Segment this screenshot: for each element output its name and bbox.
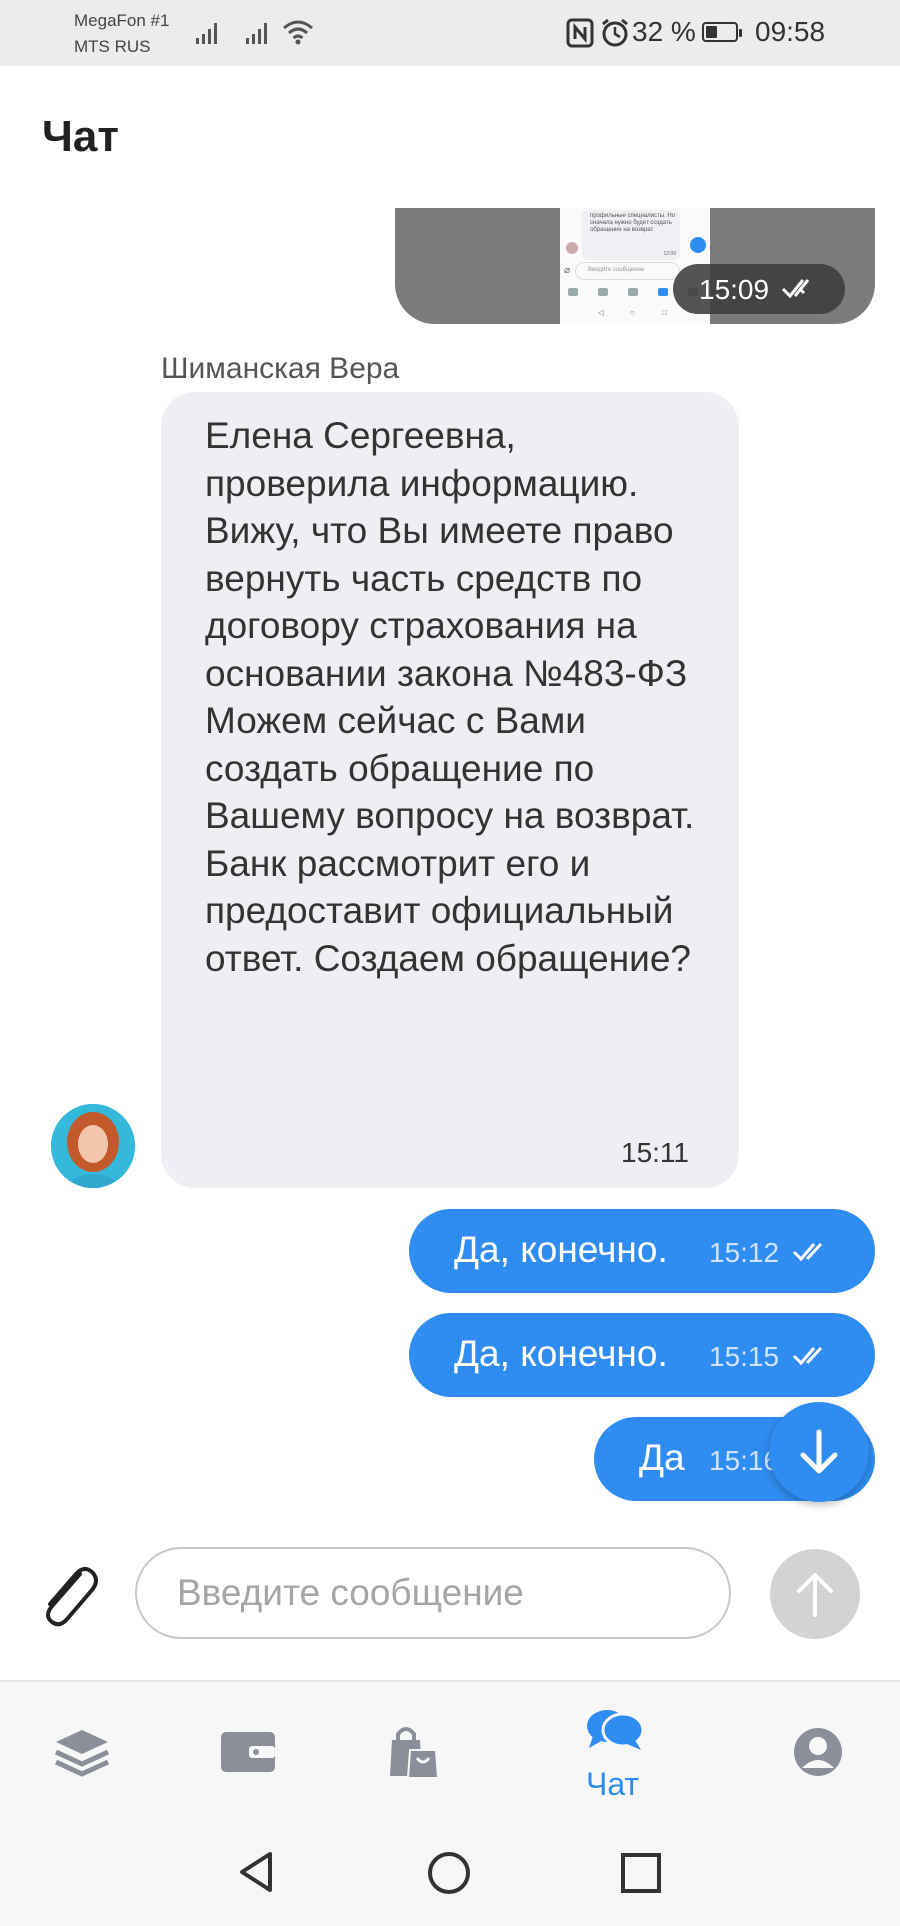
carrier-name-2: MTS RUS bbox=[74, 37, 151, 56]
image-message-time-chip: 15:09 bbox=[673, 264, 845, 314]
double-check-icon bbox=[792, 1346, 823, 1366]
incoming-message-time: 15:11 bbox=[621, 1137, 689, 1168]
avatar[interactable] bbox=[51, 1104, 135, 1188]
back-icon[interactable] bbox=[236, 1850, 276, 1894]
clock: 09:58 bbox=[755, 16, 826, 47]
carrier-name-1: MegaFon #1 bbox=[74, 11, 170, 30]
mini-message: профильные специалисты. Но сначала нужно… bbox=[582, 210, 680, 260]
sender-name: Шиманская Вера bbox=[161, 352, 400, 385]
battery-icon bbox=[702, 22, 742, 42]
alarm-icon bbox=[602, 18, 628, 47]
wifi-icon bbox=[283, 20, 313, 45]
home-icon[interactable] bbox=[426, 1850, 472, 1896]
outgoing-message-text: Да, конечно. bbox=[454, 1229, 668, 1270]
outgoing-message-text: Да bbox=[639, 1437, 685, 1478]
paperclip-icon[interactable] bbox=[36, 1560, 100, 1630]
signal-icon bbox=[246, 23, 267, 44]
outgoing-message: Да, конечно. 15:15 bbox=[409, 1313, 875, 1397]
double-check-icon bbox=[792, 1242, 823, 1262]
incoming-message-text: Елена Сергеевна, проверила информацию. В… bbox=[205, 415, 695, 979]
system-nav-bar bbox=[0, 1810, 900, 1926]
chat-bubbles-icon bbox=[587, 1710, 645, 1750]
nav-products[interactable] bbox=[40, 1682, 130, 1812]
outgoing-message-time: 15:15 bbox=[709, 1341, 780, 1372]
arrow-up-icon bbox=[797, 1573, 833, 1617]
arrow-down-icon bbox=[800, 1429, 838, 1474]
send-button[interactable] bbox=[770, 1549, 860, 1639]
layers-icon bbox=[54, 1730, 110, 1777]
outgoing-message-time: 15:12 bbox=[709, 1237, 780, 1268]
mini-paperclip-icon: ⌀ bbox=[564, 265, 571, 276]
mini-message-text: профильные специалисты. Но сначала нужно… bbox=[590, 213, 676, 233]
wallet-icon bbox=[221, 1732, 275, 1772]
bottom-nav: Чат bbox=[0, 1680, 900, 1812]
image-message-time: 15:09 bbox=[699, 274, 770, 305]
recent-apps-icon[interactable] bbox=[620, 1852, 662, 1894]
profile-icon bbox=[794, 1728, 842, 1776]
mini-scroll-down-icon bbox=[690, 237, 706, 253]
mini-avatar bbox=[566, 242, 578, 254]
battery-percent: 32 % bbox=[632, 16, 696, 47]
double-check-icon bbox=[781, 279, 810, 299]
nav-payments[interactable] bbox=[205, 1682, 295, 1812]
mini-message-time: 12:09 bbox=[663, 251, 676, 257]
nav-profile[interactable] bbox=[775, 1682, 865, 1812]
outgoing-message-text: Да, конечно. bbox=[454, 1333, 668, 1374]
message-input[interactable] bbox=[135, 1547, 731, 1639]
nfc-icon bbox=[566, 18, 594, 48]
avatar-photo bbox=[51, 1104, 135, 1188]
nav-shop[interactable] bbox=[370, 1682, 460, 1812]
nav-chat-label: Чат bbox=[586, 1766, 640, 1802]
incoming-message: Елена Сергеевна, проверила информацию. В… bbox=[161, 392, 739, 1188]
scroll-down-button[interactable] bbox=[769, 1402, 869, 1502]
page-title: Чат bbox=[42, 112, 119, 161]
shopping-bag-icon bbox=[390, 1727, 440, 1779]
signal-icon bbox=[196, 23, 217, 44]
outgoing-message: Да, конечно. 15:12 bbox=[409, 1209, 875, 1293]
status-bar: MegaFon #1 MTS RUS 32 % 09:58 bbox=[0, 0, 900, 66]
mini-input: Введите сообщение bbox=[575, 262, 680, 280]
